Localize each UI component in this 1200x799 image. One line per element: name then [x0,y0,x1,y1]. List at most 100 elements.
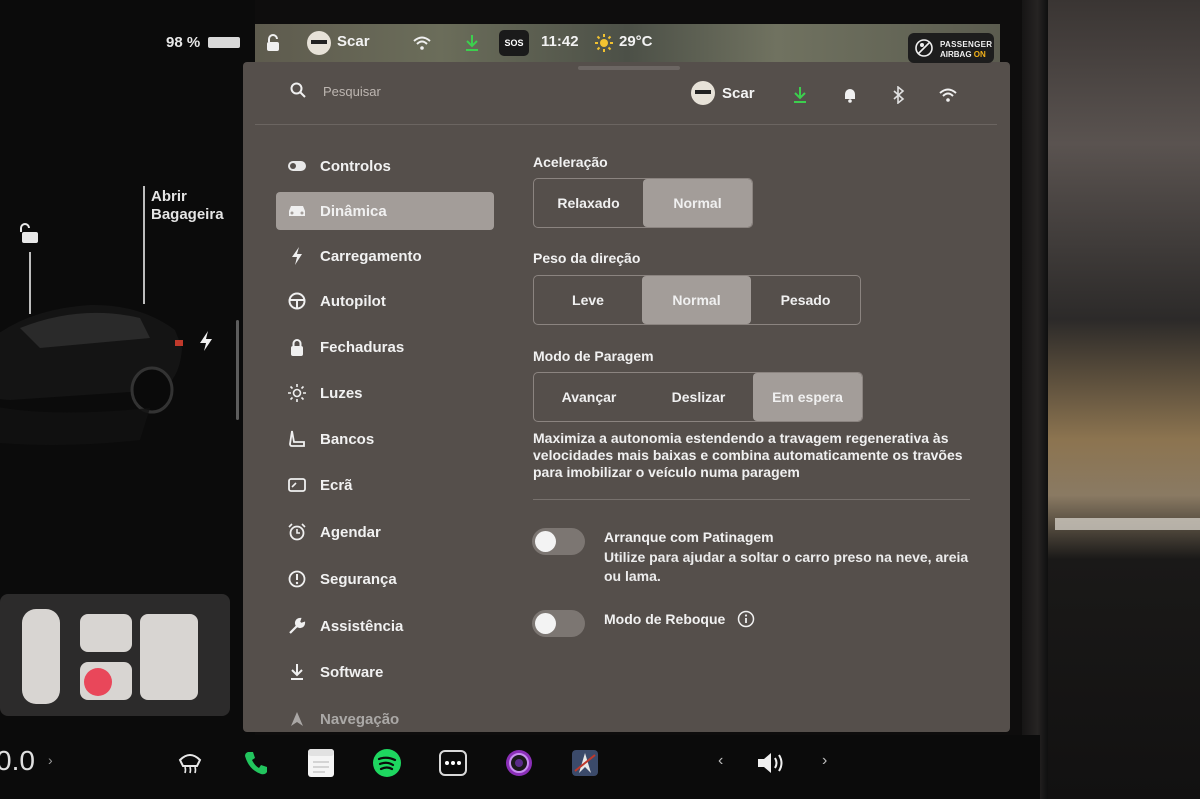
acceleration-selector: Relaxado Normal [533,178,753,228]
seat-icon [286,428,308,450]
calendar-icon[interactable] [305,747,337,779]
display-icon [286,474,308,496]
steering-option-pesado[interactable]: Pesado [751,276,860,324]
search-input[interactable]: Pesquisar [323,84,381,99]
tow-mode-toggle[interactable] [532,610,585,637]
download-status-icon[interactable] [464,34,480,52]
sidebar-item-label: Dinâmica [320,202,387,220]
alarm-clock-icon [286,521,308,543]
unlock-icon[interactable] [19,222,41,244]
profile-avatar-icon[interactable] [306,30,332,56]
sun-weather-icon [595,34,613,52]
bolt-icon [286,245,308,267]
download-icon [286,661,308,683]
wrench-icon [286,615,308,637]
dashboard-trim [1055,518,1200,530]
info-icon[interactable] [737,610,755,628]
seat-heater-card[interactable] [0,594,230,716]
user-profile-name[interactable]: Scar [722,85,755,102]
outside-temperature: 29°C [619,33,653,50]
car-view-scrollbar[interactable] [236,320,239,420]
tow-mode-title: Modo de Reboque [604,611,726,627]
sidebar-item-label: Assistência [320,617,404,635]
airbag-status-prefix: AIRBAG [940,50,974,59]
navigation-app-icon[interactable] [569,747,601,779]
sidebar-item-carregamento[interactable]: Carregamento [276,237,494,275]
stopping-mode-title: Modo de Paragem [533,348,654,364]
chevron-right-icon[interactable]: › [822,752,827,770]
sidebar-item-label: Fechaduras [320,338,405,356]
acceleration-option-relaxado[interactable]: Relaxado [534,179,643,227]
airbag-status-value: ON [973,50,986,59]
search-icon[interactable] [290,82,306,98]
sidebar-item-dinamica[interactable]: Dinâmica [276,192,494,230]
trunk-pointer-line [143,186,145,304]
screen-bezel [1022,0,1048,799]
steering-option-normal[interactable]: Normal [642,276,751,324]
wifi-icon[interactable] [939,88,957,102]
battery-icon [208,37,240,48]
status-profile-name[interactable]: Scar [337,33,370,50]
sidebar-item-ecra[interactable]: Ecrã [276,466,494,504]
stopping-option-avancar[interactable]: Avançar [534,373,644,421]
sidebar-item-label: Bancos [320,430,375,448]
passenger-airbag-indicator: PASSENGER AIRBAG ON [908,33,994,63]
open-trunk-button[interactable]: Abrir Bagageira [151,188,251,224]
sidebar-item-label: Software [320,663,384,681]
steering-title: Peso da direção [533,250,641,266]
clock: 11:42 [541,33,579,50]
sidebar-item-label: Controlos [320,157,391,175]
chevron-right-icon[interactable]: › [48,752,53,768]
acceleration-option-normal[interactable]: Normal [643,179,752,227]
wifi-status-icon [413,36,431,50]
volume-icon[interactable] [756,747,788,779]
battery-percentage: 98 % [166,34,201,51]
chevron-left-icon[interactable]: ‹ [718,752,723,770]
status-bar: Scar SOS 11:42 29°C [255,24,1000,62]
sidebar-item-agendar[interactable]: Agendar [276,513,494,551]
sidebar-item-label: Navegação [320,710,400,728]
steering-option-leve[interactable]: Leve [534,276,642,324]
airbag-status: AIRBAG ON [940,50,986,59]
more-apps-icon[interactable] [437,747,469,779]
section-divider [533,499,970,500]
sos-button[interactable]: SOS [499,30,529,56]
sidebar-item-software[interactable]: Software [276,653,494,691]
sidebar-item-autopilot[interactable]: Autopilot [276,282,494,320]
toggle-knob [535,531,556,552]
sidebar-item-seguranca[interactable]: Segurança [276,560,494,598]
sidebar-item-controlos[interactable]: Controlos [276,147,494,185]
stopping-option-em-espera[interactable]: Em espera [753,373,862,421]
spotify-icon[interactable] [371,747,403,779]
drag-handle[interactable] [578,66,680,70]
sidebar-item-label: Segurança [320,570,397,588]
toggle-knob [535,613,556,634]
lock-status-icon[interactable] [265,34,281,52]
sidebar-item-fechaduras[interactable]: Fechaduras [276,328,494,366]
open-trunk-label-line1: Abrir [151,188,187,205]
sidebar-item-luzes[interactable]: Luzes [276,374,494,412]
slip-start-description: Utilize para ajudar a soltar o carro pre… [604,549,969,584]
slip-start-toggle[interactable] [532,528,585,555]
user-avatar-icon[interactable] [690,80,716,106]
camera-icon[interactable] [503,747,535,779]
defrost-icon[interactable] [174,747,206,779]
sun-icon [286,382,308,404]
stopping-option-deslizar[interactable]: Deslizar [644,373,753,421]
car-icon [286,200,308,222]
download-icon[interactable] [792,86,808,104]
lock-icon [286,336,308,358]
car-3d-image [0,304,183,445]
sidebar-item-bancos[interactable]: Bancos [276,420,494,458]
sidebar-item-navegacao[interactable]: Navegação [276,700,494,738]
sidebar-item-assistencia[interactable]: Assistência [276,607,494,645]
airbag-icon [915,39,933,57]
sidebar-item-label: Carregamento [320,247,422,265]
airbag-label: PASSENGER [940,40,993,49]
open-trunk-label-line2: Bagageira [151,206,224,223]
seat-layout-icon [22,609,198,704]
bluetooth-icon[interactable] [892,86,906,104]
speed-readout: 0.0 [0,745,35,776]
bell-icon[interactable] [842,87,858,103]
phone-icon[interactable] [240,747,272,779]
